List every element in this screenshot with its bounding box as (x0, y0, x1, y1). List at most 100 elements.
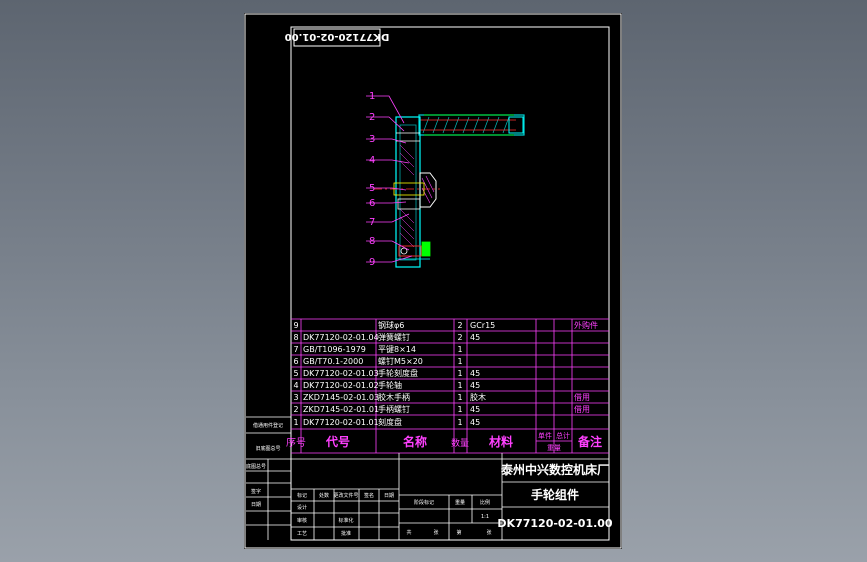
tb-label-sheet-no: 第 (456, 529, 461, 536)
bom-cell-no: 5 (293, 369, 298, 378)
drawing-number-stamp: DK77120-02-01.00 (285, 31, 390, 42)
balloon-labels: 1 2 3 4 5 6 7 8 9 (369, 91, 375, 268)
tb-label-standard: 标准化 (338, 517, 353, 524)
bom-cell-code: GB/T1096-1979 (303, 345, 366, 354)
balloon-2: 2 (369, 112, 375, 123)
tb-label-scale: 比例 (480, 499, 490, 506)
bom-cell-material: 45 (470, 405, 480, 414)
tb-label-sheets: 张 (433, 529, 438, 536)
bom-cell-name: 刻度盘 (378, 417, 402, 427)
bom-cell-remark: 借用 (574, 392, 590, 402)
bom-cell-qty: 2 (457, 333, 462, 342)
tb-label-change-doc: 更改文件号 (333, 492, 358, 499)
tb-label-sign: 签名 (364, 492, 374, 499)
bom-cell-qty: 1 (457, 369, 462, 378)
bom-cell-name: 手轮刻度盘 (378, 368, 418, 378)
bom-cell-name: 手轮轴 (378, 380, 402, 390)
tb-label-review: 审核 (297, 517, 307, 524)
scale-value: 1:1 (481, 514, 489, 520)
bom-cell-name: 胶木手柄 (378, 392, 410, 402)
bom-cell-material: 45 (470, 369, 480, 378)
bom-header-remark: 备注 (577, 434, 602, 449)
bom-cell-remark: 借用 (574, 404, 590, 414)
bom-cell-code: ZKD7145-02-01.03 (303, 393, 379, 402)
bom-cell-qty: 2 (457, 321, 462, 330)
bom-cell-code: DK77120-02-01.02 (303, 381, 379, 390)
bom-cell-no: 3 (293, 393, 298, 402)
balloon-3: 3 (369, 134, 375, 145)
balloon-8: 8 (369, 236, 375, 247)
bom-cell-name: 钢球φ6 (378, 320, 404, 330)
bom-cell-no: 7 (293, 345, 298, 354)
bom-cell-no: 2 (293, 405, 298, 414)
bom-row: 4 DK77120-02-01.02 手轮轴 1 45 (293, 380, 480, 390)
bom-row: 2 ZKD7145-02-01.01 手柄螺钉 1 45 借用 (293, 404, 590, 414)
part-name: 手轮组件 (531, 487, 579, 502)
bom-row: 6 GB/T70.1-2000 螺钉M5×20 1 (293, 356, 462, 366)
bom-cell-material: 45 (470, 333, 480, 342)
bom-cell-no: 1 (293, 418, 298, 427)
balloon-5: 5 (369, 183, 375, 194)
bom-header-name: 名称 (403, 434, 427, 449)
side-label-2: 旧底图总号 (255, 445, 280, 452)
balloon-7: 7 (369, 217, 375, 228)
drawing-sheet: DK77120-02-01.00 1 2 3 4 5 6 7 8 9 序号 代号… (244, 13, 622, 549)
tb-label-process: 工艺 (297, 531, 307, 537)
company-name: 泰州中兴数控机床厂 (500, 462, 609, 477)
bom-row: 8 DK77120-02-01.04 弹簧螺钉 2 45 (293, 332, 480, 342)
handwheel-assembly (374, 114, 525, 268)
bom-cell-name: 手柄螺钉 (378, 404, 410, 414)
bom-row: 7 GB/T1096-1979 平键8×14 1 (293, 344, 462, 354)
bom-cell-code: DK77120-02-01.04 (303, 333, 379, 342)
bom-cell-material: GCr15 (470, 321, 495, 330)
tb-label-date: 日期 (384, 493, 394, 499)
side-label-1: 借通用件登记 (253, 422, 283, 429)
bom-row: 3 ZKD7145-02-01.03 胶木手柄 1 胶木 借用 (293, 392, 590, 402)
bom-header-code: 代号 (325, 434, 350, 449)
bom-header-weight: 重量 (547, 444, 561, 452)
balloon-4: 4 (369, 155, 375, 166)
bom-cell-qty: 1 (457, 405, 462, 414)
tb-label-sheet: 张 (486, 529, 491, 536)
tb-label-total: 共 (406, 529, 411, 536)
bom-cell-no: 4 (293, 381, 298, 390)
bom-header-no: 序号 (286, 436, 306, 449)
bom-header-unit-weight: 单件 (538, 431, 552, 440)
bom-header-total-weight: 总计 (556, 431, 570, 440)
tb-label-stage: 阶段标记 (414, 499, 434, 506)
bom-cell-no: 9 (293, 321, 298, 330)
balloon-1: 1 (369, 91, 375, 102)
tb-label-weight: 重量 (455, 499, 465, 506)
bom-cell-material: 45 (470, 381, 480, 390)
bom-cell-remark: 外购件 (574, 320, 598, 330)
tb-label-approve: 批准 (341, 530, 351, 537)
tb-label-mark: 标记 (297, 492, 307, 499)
bom-cell-qty: 1 (457, 357, 462, 366)
bom-cell-name: 弹簧螺钉 (378, 332, 410, 342)
bom-header-qty: 数量 (451, 437, 469, 449)
bom-cell-code: GB/T70.1-2000 (303, 357, 363, 366)
bom-row: 9 钢球φ6 2 GCr15 外购件 (293, 320, 598, 330)
balloon-6: 6 (369, 198, 375, 209)
bom-rows: 9 钢球φ6 2 GCr15 外购件 8 DK77120-02-01.04 弹簧… (293, 320, 598, 427)
tb-label-count: 处数 (319, 492, 329, 499)
side-label-3: 底图总号 (246, 463, 266, 470)
bom-cell-material: 45 (470, 418, 480, 427)
bom-cell-qty: 1 (457, 381, 462, 390)
bom-row: 1 DK77120-02-01.01 刻度盘 1 45 (293, 417, 480, 427)
bom-cell-material: 胶木 (470, 392, 486, 402)
bom-row: 5 DK77120-02-01.03 手轮刻度盘 1 45 (293, 368, 480, 378)
bom-cell-qty: 1 (457, 345, 462, 354)
bom-cell-qty: 1 (457, 393, 462, 402)
bom-cell-code: DK77120-02-01.03 (303, 369, 379, 378)
bom-cell-qty: 1 (457, 418, 462, 427)
tb-label-design: 设计 (297, 504, 307, 511)
side-label-4: 签字 (251, 488, 261, 495)
bom-cell-code: ZKD7145-02-01.01 (303, 405, 379, 414)
side-label-5: 日期 (251, 502, 261, 508)
bom-cell-name: 平键8×14 (378, 344, 416, 354)
drawing-svg: DK77120-02-01.00 1 2 3 4 5 6 7 8 9 序号 代号… (244, 13, 622, 549)
bom-cell-no: 8 (293, 333, 298, 342)
drawing-number: DK77120-02-01.00 (497, 517, 613, 530)
bom-header-material: 材料 (488, 434, 513, 449)
